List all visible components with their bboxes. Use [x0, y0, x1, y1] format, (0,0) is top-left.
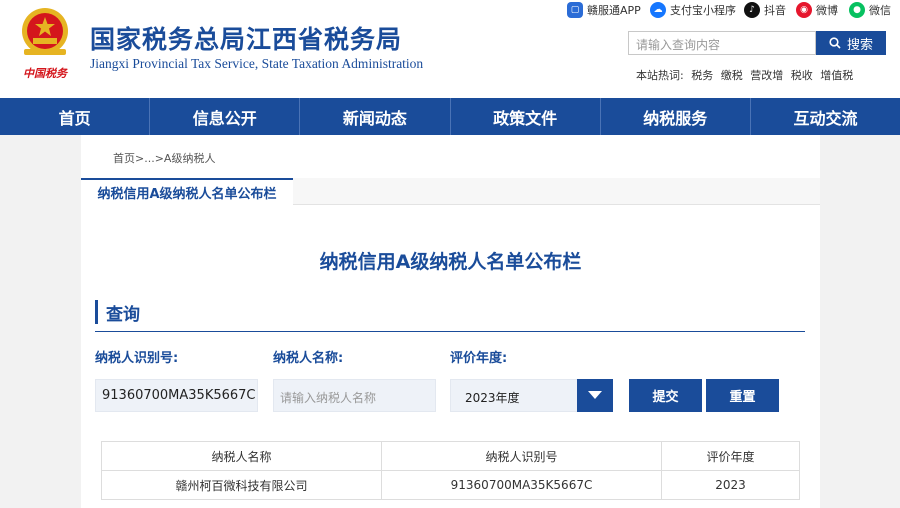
tiktok-icon: ♪: [744, 2, 760, 18]
results-table: 纳税人名称 纳税人识别号 评价年度 赣州柯百微科技有限公司 91360700MA…: [101, 441, 800, 500]
tab-a-level-taxpayers[interactable]: 纳税信用A级纳税人名单公布栏: [81, 178, 293, 205]
year-label: 评价年度:: [450, 351, 508, 366]
page-title: 纳税信用A级纳税人名单公布栏: [319, 251, 582, 273]
taxpayer-name-cell: 赣州柯百微科技有限公司: [101, 470, 382, 500]
nav-item-news[interactable]: 新闻动态: [300, 98, 451, 135]
social-link-douyin[interactable]: ♪ 抖音: [744, 2, 786, 18]
social-link-weibo[interactable]: ◉ 微博: [796, 2, 838, 18]
nav-item-home[interactable]: 首页: [0, 98, 151, 135]
year-cell: 2023: [661, 470, 800, 500]
column-header: 纳税人名称: [101, 441, 382, 471]
search-button-label: 搜索: [846, 37, 873, 53]
hot-word-link[interactable]: 税收: [791, 69, 813, 82]
breadcrumb[interactable]: 首页>...>A级纳税人: [113, 150, 215, 166]
taxpayer-id-input[interactable]: 91360700MA35K5667C: [95, 379, 258, 412]
taxpayer-id-label: 纳税人识别号:: [95, 351, 179, 366]
dropdown-arrow[interactable]: [577, 379, 613, 412]
weibo-icon: ◉: [796, 2, 812, 18]
query-section-header: 查询: [95, 298, 805, 332]
search-icon: [829, 37, 841, 49]
column-header: 纳税人识别号: [381, 441, 662, 471]
table-row: 赣州柯百微科技有限公司 91360700MA35K5667C 2023: [101, 470, 800, 500]
taxpayer-name-input[interactable]: 请输入纳税人名称: [273, 379, 436, 412]
wechat-icon: ●: [849, 2, 865, 18]
social-label: 支付宝小程序: [670, 4, 736, 17]
nav-item-policy[interactable]: 政策文件: [451, 98, 601, 135]
section-accent-bar: [95, 300, 98, 324]
main-content: 首页>...>A级纳税人 纳税信用A级纳税人名单公布栏 纳税信用A级纳税人名单公…: [81, 135, 820, 508]
tab-bar: 纳税信用A级纳税人名单公布栏: [81, 178, 820, 205]
taxpayer-name-label: 纳税人名称:: [273, 351, 344, 366]
emblem-text: 中国税务: [23, 67, 69, 80]
column-header: 评价年度: [661, 441, 800, 471]
site-header: 中国税务 国家税务总局江西省税务局 Jiangxi Provincial Tax…: [0, 0, 900, 98]
social-link-wechat[interactable]: ● 微信: [849, 2, 891, 18]
cloud-icon: ☁: [650, 2, 666, 18]
reset-button[interactable]: 重置: [706, 379, 779, 412]
table-header-row: 纳税人名称 纳税人识别号 评价年度: [101, 441, 800, 471]
search-button[interactable]: 搜索: [816, 31, 886, 55]
chevron-down-icon: [588, 391, 602, 399]
hot-words-label: 本站热词:: [636, 69, 684, 82]
app-icon: ▢: [567, 2, 583, 18]
hot-word-link[interactable]: 营改增: [750, 69, 783, 82]
hot-words: 本站热词: 税务 缴税 营改增 税收 增值税: [636, 67, 857, 83]
social-links: ▢ 赣服通APP ☁ 支付宝小程序 ♪ 抖音 ◉ 微博 ● 微信: [0, 2, 900, 22]
social-link-alipay[interactable]: ☁ 支付宝小程序: [650, 2, 736, 18]
hot-word-link[interactable]: 税务: [691, 69, 713, 82]
nav-item-interaction[interactable]: 互动交流: [751, 98, 900, 135]
site-subtitle: Jiangxi Provincial Tax Service, State Ta…: [90, 56, 424, 71]
social-link-app[interactable]: ▢ 赣服通APP: [567, 2, 641, 18]
hot-word-link[interactable]: 缴税: [721, 69, 743, 82]
hot-word-link[interactable]: 增值税: [820, 69, 853, 82]
query-heading: 查询: [106, 305, 140, 325]
social-label: 微信: [869, 4, 891, 17]
search-input[interactable]: 请输入查询内容: [628, 31, 816, 55]
nav-item-tax-service[interactable]: 纳税服务: [601, 98, 751, 135]
site-title[interactable]: 国家税务总局江西省税务局: [90, 20, 402, 56]
year-select[interactable]: 2023年度: [450, 379, 613, 412]
social-label: 赣服通APP: [587, 4, 641, 17]
submit-button[interactable]: 提交: [629, 379, 702, 412]
social-label: 抖音: [764, 4, 786, 17]
year-select-value: 2023年度: [465, 391, 520, 405]
taxpayer-id-cell: 91360700MA35K5667C: [381, 470, 662, 500]
social-label: 微博: [816, 4, 838, 17]
nav-item-info-disclosure[interactable]: 信息公开: [150, 98, 301, 135]
main-nav: 首页 信息公开 新闻动态 政策文件 纳税服务 互动交流: [0, 98, 900, 135]
